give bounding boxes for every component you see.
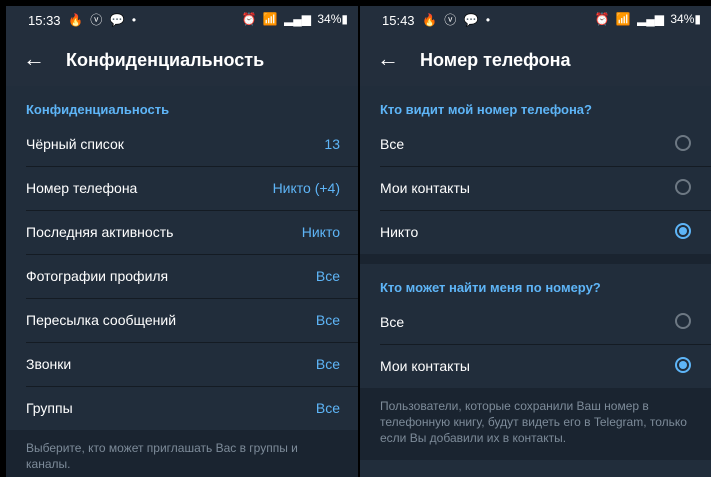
- setting-groups[interactable]: Группы Все: [26, 387, 358, 430]
- back-arrow-icon[interactable]: ←: [374, 45, 402, 73]
- system-icons: ⏰ 📶 ▂▄▆ 34%▮: [238, 12, 348, 26]
- status-bar: 15:33 🔥 ⓥ 💬 • ⏰ 📶 ▂▄▆ 34%▮: [6, 6, 358, 34]
- setting-value: Все: [315, 312, 340, 328]
- privacy-settings: Конфиденциальность Чёрный список 13 Номе…: [6, 86, 358, 477]
- section-header: Кто может найти меня по номеру?: [380, 280, 601, 295]
- setting-value: 13: [324, 136, 340, 152]
- option-nobody[interactable]: Никто: [380, 211, 711, 254]
- radio-button[interactable]: [675, 313, 691, 329]
- option-label: Все: [380, 136, 405, 152]
- setting-value: Никто (+4): [272, 180, 340, 196]
- radio-button[interactable]: [675, 179, 691, 195]
- setting-value: Все: [315, 356, 340, 372]
- option-label: Никто: [380, 224, 419, 240]
- section-divider: [360, 254, 711, 264]
- notification-icons: 🔥 ⓥ 💬 •: [68, 13, 139, 27]
- signal-icon: ▂▄▆: [637, 12, 665, 26]
- setting-forwarded-messages[interactable]: Пересылка сообщений Все: [26, 299, 358, 343]
- status-bar: 15:43 🔥 ⓥ 💬 • ⏰ 📶 ▂▄▆ 34%▮: [360, 6, 711, 34]
- setting-label: Пересылка сообщений: [26, 312, 177, 328]
- setting-value: Никто: [301, 224, 340, 240]
- status-time: 15:33: [28, 13, 61, 28]
- app-bar: ← Номер телефона: [360, 34, 711, 86]
- battery-indicator: 34%▮: [670, 12, 701, 26]
- setting-label: Фотографии профиля: [26, 268, 169, 284]
- system-icons: ⏰ 📶 ▂▄▆ 34%▮: [591, 12, 701, 26]
- phone-number-screen: 15:43 🔥 ⓥ 💬 • ⏰ 📶 ▂▄▆ 34%▮ ← Номер телеф…: [360, 6, 711, 477]
- battery-indicator: 34%▮: [317, 12, 348, 26]
- setting-value: Все: [315, 400, 340, 416]
- setting-label: Номер телефона: [26, 180, 138, 196]
- alarm-icon: ⏰: [594, 12, 610, 26]
- option-everybody[interactable]: Все: [380, 123, 711, 167]
- privacy-section: Конфиденциальность Чёрный список 13 Номе…: [6, 86, 358, 430]
- option-label: Мои контакты: [380, 358, 470, 374]
- privacy-screen: 15:33 🔥 ⓥ 💬 • ⏰ 📶 ▂▄▆ 34%▮ ← Конфиденциа…: [6, 6, 358, 477]
- setting-label: Группы: [26, 400, 73, 416]
- who-sees-number-section: Кто видит мой номер телефона? Все Мои ко…: [360, 86, 711, 254]
- option-my-contacts[interactable]: Мои контакты: [380, 167, 711, 211]
- status-time: 15:43: [382, 13, 415, 28]
- option-everybody[interactable]: Все: [380, 301, 711, 345]
- setting-calls[interactable]: Звонки Все: [26, 343, 358, 387]
- wifi-icon: 📶: [615, 12, 631, 26]
- phone-number-hint: Пользователи, которые сохранили Ваш номе…: [360, 388, 711, 460]
- setting-last-seen[interactable]: Последняя активность Никто: [26, 211, 358, 255]
- notification-icons: 🔥 ⓥ 💬 •: [422, 13, 493, 27]
- option-label: Все: [380, 314, 405, 330]
- alarm-icon: ⏰: [241, 12, 257, 26]
- setting-label: Последняя активность: [26, 224, 174, 240]
- setting-blocked-list[interactable]: Чёрный список 13: [26, 123, 358, 167]
- phone-number-settings: Кто видит мой номер телефона? Все Мои ко…: [360, 86, 711, 477]
- add-exceptions-link[interactable]: Добавить исключения: [360, 460, 711, 477]
- radio-button-selected[interactable]: [675, 223, 691, 239]
- radio-button-selected[interactable]: [675, 357, 691, 373]
- screenshot-frame: 15:33 🔥 ⓥ 💬 • ⏰ 📶 ▂▄▆ 34%▮ ← Конфиденциа…: [0, 0, 711, 477]
- who-finds-by-number-section: Кто может найти меня по номеру? Все Мои …: [360, 264, 711, 388]
- section-header: Кто видит мой номер телефона?: [380, 102, 592, 117]
- option-my-contacts[interactable]: Мои контакты: [380, 345, 711, 388]
- page-title: Номер телефона: [420, 50, 571, 70]
- groups-hint: Выберите, кто может приглашать Вас в гру…: [6, 430, 358, 477]
- setting-profile-photos[interactable]: Фотографии профиля Все: [26, 255, 358, 299]
- setting-phone-number[interactable]: Номер телефона Никто (+4): [26, 167, 358, 211]
- signal-icon: ▂▄▆: [284, 12, 312, 26]
- wifi-icon: 📶: [262, 12, 278, 26]
- back-arrow-icon[interactable]: ←: [20, 45, 48, 73]
- option-label: Мои контакты: [380, 180, 470, 196]
- app-bar: ← Конфиденциальность: [6, 34, 358, 86]
- page-title: Конфиденциальность: [66, 50, 265, 70]
- exceptions-section: Добавить исключения: [360, 460, 711, 477]
- section-header: Конфиденциальность: [26, 102, 170, 117]
- setting-value: Все: [315, 268, 340, 284]
- setting-label: Чёрный список: [26, 136, 124, 152]
- setting-label: Звонки: [26, 356, 72, 372]
- radio-button[interactable]: [675, 135, 691, 151]
